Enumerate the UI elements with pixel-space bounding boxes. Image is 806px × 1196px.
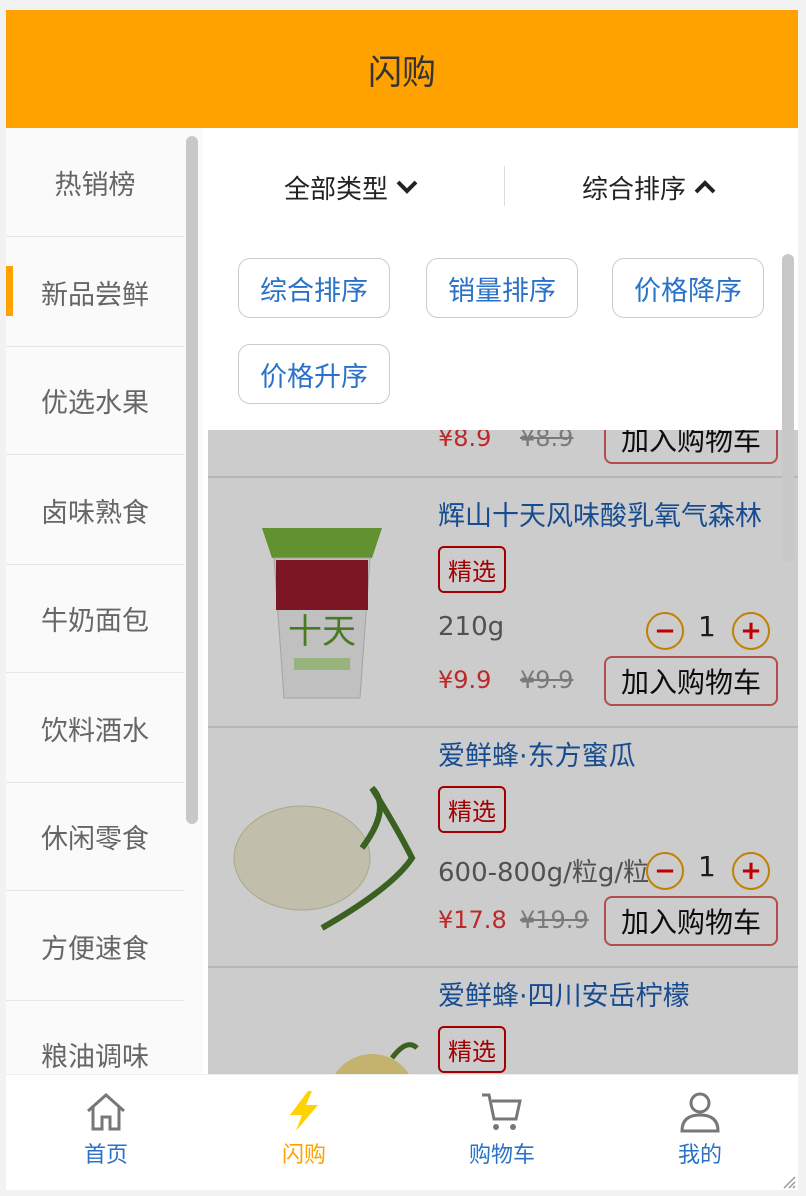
tab-label: 闪购 <box>281 1143 326 1168</box>
resize-grip-icon[interactable] <box>780 1173 796 1189</box>
sidebar-item-label: 卤味熟食 <box>41 497 149 529</box>
sidebar-item-new[interactable]: 新品尝鲜 <box>6 238 184 347</box>
sidebar-scrollbar[interactable] <box>186 136 198 824</box>
chevron-up-icon <box>694 175 716 199</box>
filter-divider <box>504 166 505 206</box>
category-sidebar: 热销榜 新品尝鲜 优选水果 卤味熟食 牛奶面包 饮料酒水 休闲零食 方便速食 粮… <box>6 128 202 1074</box>
sort-option-label: 价格降序 <box>634 275 742 307</box>
sort-option-label: 销量排序 <box>448 275 556 307</box>
sidebar-item-instant[interactable]: 方便速食 <box>6 892 184 1001</box>
sidebar-item-fruit[interactable]: 优选水果 <box>6 346 184 455</box>
lightning-icon <box>290 1091 318 1131</box>
sidebar-item-deli[interactable]: 卤味熟食 <box>6 456 184 565</box>
type-filter-dropdown[interactable]: 全部类型 <box>284 164 418 210</box>
sidebar-item-label: 优选水果 <box>41 387 149 419</box>
product-list-scrollbar[interactable] <box>782 254 794 562</box>
sort-option-price-desc[interactable]: 价格降序 <box>612 258 764 318</box>
filter-bar: 全部类型 综合排序 <box>208 128 798 245</box>
sidebar-item-grain-oil[interactable]: 粮油调味 <box>6 1000 184 1074</box>
sidebar-item-label: 新品尝鲜 <box>41 279 149 311</box>
chevron-down-icon <box>396 175 418 199</box>
tab-profile[interactable]: 我的 <box>640 1089 760 1185</box>
app-frame: 闪购 热销榜 新品尝鲜 优选水果 卤味熟食 牛奶面包 饮料酒水 休闲零食 方便速… <box>6 10 798 1190</box>
tab-label: 我的 <box>677 1143 722 1168</box>
header: 闪购 <box>6 10 798 128</box>
tab-label: 购物车 <box>468 1143 535 1168</box>
sort-filter-dropdown[interactable]: 综合排序 <box>582 164 716 210</box>
sort-option-sales[interactable]: 销量排序 <box>426 258 578 318</box>
tab-cart[interactable]: 购物车 <box>442 1089 562 1185</box>
page-title: 闪购 <box>368 52 436 93</box>
sidebar-item-label: 饮料酒水 <box>41 715 149 747</box>
type-filter-label: 全部类型 <box>284 174 389 205</box>
sidebar-item-label: 牛奶面包 <box>41 605 149 637</box>
dim-overlay[interactable] <box>208 430 798 1074</box>
tab-flash-buy[interactable]: 闪购 <box>244 1089 364 1185</box>
tab-home[interactable]: 首页 <box>46 1089 166 1185</box>
tab-label: 首页 <box>83 1143 128 1168</box>
sidebar-item-label: 方便速食 <box>41 933 149 965</box>
sidebar-item-snacks[interactable]: 休闲零食 <box>6 782 184 891</box>
sidebar-item-milk-bread[interactable]: 牛奶面包 <box>6 564 184 673</box>
sort-option-label: 综合排序 <box>260 275 368 307</box>
sidebar-item-hot[interactable]: 热销榜 <box>6 128 184 237</box>
sidebar-item-drinks[interactable]: 饮料酒水 <box>6 674 184 783</box>
product-area: ¥8.9 ¥8.9 加入购物车 十天 辉山十天风味酸乳氧气森林 精选 210g … <box>208 128 798 1074</box>
sidebar-item-label: 休闲零食 <box>41 823 149 855</box>
sort-option-label: 价格升序 <box>260 361 368 393</box>
home-icon <box>87 1092 125 1131</box>
sidebar-item-label: 粮油调味 <box>41 1041 149 1073</box>
sidebar-item-label: 热销榜 <box>54 169 136 201</box>
user-icon <box>680 1092 720 1133</box>
sort-options-panel: 综合排序 销量排序 价格降序 价格升序 <box>208 244 798 430</box>
bottom-tab-bar: 首页 闪购 购物车 我的 <box>6 1074 798 1190</box>
sort-option-comprehensive[interactable]: 综合排序 <box>238 258 390 318</box>
sort-option-price-asc[interactable]: 价格升序 <box>238 344 390 404</box>
sort-filter-label: 综合排序 <box>582 174 687 205</box>
cart-icon <box>482 1093 522 1130</box>
